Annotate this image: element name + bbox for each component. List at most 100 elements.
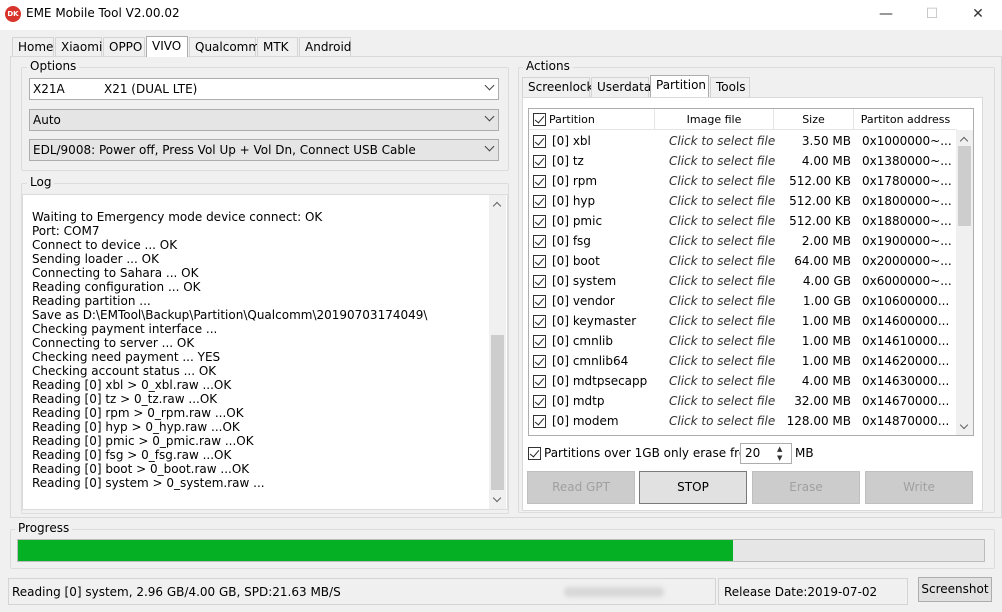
- table-row[interactable]: [0] hyp Click to select file 512.00 KB 0x18…: [529, 191, 957, 211]
- maximize-button[interactable]: ☐: [909, 0, 955, 30]
- tab-qualcomm[interactable]: Qualcomm: [189, 37, 260, 57]
- image-file-cell[interactable]: Click to select file: [669, 311, 779, 331]
- image-file-cell[interactable]: Click to select file: [669, 231, 779, 251]
- release-date-panel: Release Date:2019-07-02: [718, 578, 908, 605]
- table-row[interactable]: [0] keymaster Click to select file 1.00 MB…: [529, 311, 957, 331]
- partition-checkbox[interactable]: [533, 275, 546, 288]
- scroll-up-icon[interactable]: [492, 201, 502, 211]
- header-size[interactable]: Size: [774, 109, 854, 130]
- tab-tools[interactable]: Tools: [710, 77, 750, 97]
- table-row[interactable]: [0] vendor Click to select file 1.00 GB 0x1…: [529, 291, 957, 311]
- partition-checkbox[interactable]: [533, 215, 546, 228]
- table-row[interactable]: [0] system Click to select file 4.00 GB 0x6…: [529, 271, 957, 291]
- tab-userdata[interactable]: Userdata: [591, 77, 651, 97]
- log-line: Reading partition ...: [32, 294, 151, 308]
- partition-checkbox[interactable]: [533, 175, 546, 188]
- partition-checkbox[interactable]: [533, 355, 546, 368]
- size-cell: 2.00 MB: [801, 234, 851, 248]
- spin-up-icon[interactable]: ▲: [777, 445, 782, 453]
- model-select[interactable]: X21A X21 (DUAL LTE): [29, 78, 499, 100]
- tab-vivo[interactable]: VIVO: [146, 36, 188, 57]
- erase-button[interactable]: Erase: [752, 471, 860, 504]
- read-gpt-button[interactable]: Read GPT: [527, 471, 635, 504]
- partition-checkbox[interactable]: [533, 255, 546, 268]
- log-output[interactable]: Waiting to Emergency mode device connect…: [22, 194, 508, 510]
- partition-checkbox[interactable]: [533, 195, 546, 208]
- erase-front-checkbox[interactable]: [528, 447, 541, 460]
- scroll-down-icon[interactable]: [492, 493, 502, 503]
- tab-partition[interactable]: Partition: [650, 75, 709, 97]
- table-row[interactable]: [0] mdtp Click to select file 32.00 MB 0x14…: [529, 391, 957, 411]
- header-image-file[interactable]: Image file: [655, 109, 774, 130]
- partition-checkbox[interactable]: [533, 315, 546, 328]
- partition-checkbox[interactable]: [533, 235, 546, 248]
- table-row[interactable]: [0] cmnlib64 Click to select file 1.00 MB 0…: [529, 351, 957, 371]
- scroll-up-icon[interactable]: [959, 136, 969, 146]
- header-partition[interactable]: Partition: [529, 109, 655, 130]
- table-row[interactable]: [0] cmnlib Click to select file 1.00 MB 0x1…: [529, 331, 957, 351]
- screenshot-button[interactable]: Screenshot: [918, 577, 992, 602]
- table-row[interactable]: [0] pmic Click to select file 512.00 KB 0x1…: [529, 211, 957, 231]
- partition-checkbox[interactable]: [533, 155, 546, 168]
- close-button[interactable]: ✕: [955, 0, 1001, 30]
- log-scrollbar[interactable]: [489, 195, 506, 509]
- tab-oppo[interactable]: OPPO: [103, 37, 145, 57]
- image-file-cell[interactable]: Click to select file: [669, 331, 779, 351]
- actions-label: Actions: [523, 59, 573, 73]
- tab-home[interactable]: Home: [12, 37, 54, 57]
- erase-front-spinner[interactable]: 20 ▲ ▼: [740, 443, 792, 464]
- write-button[interactable]: Write: [865, 471, 973, 504]
- table-row[interactable]: [0] mdtpsecapp Click to select file 4.00 M…: [529, 371, 957, 391]
- table-scrollbar[interactable]: [956, 130, 973, 435]
- release-date: Release Date:2019-07-02: [724, 585, 878, 599]
- address-cell: 0x1000000~...: [862, 134, 952, 148]
- tab-mtk[interactable]: MTK: [257, 37, 298, 57]
- partition-checkbox[interactable]: [533, 395, 546, 408]
- image-file-cell[interactable]: Click to select file: [669, 131, 779, 151]
- address-cell: 0x1880000~...: [862, 214, 952, 228]
- minimize-button[interactable]: —: [863, 0, 909, 30]
- scrollbar-thumb[interactable]: [491, 335, 504, 490]
- table-row[interactable]: [0] fsg Click to select file 2.00 MB 0x1900…: [529, 231, 957, 251]
- image-file-cell[interactable]: Click to select file: [669, 251, 779, 271]
- partition-checkbox[interactable]: [533, 375, 546, 388]
- image-file-cell[interactable]: Click to select file: [669, 371, 779, 391]
- image-file-cell[interactable]: Click to select file: [669, 171, 779, 191]
- image-file-cell[interactable]: Click to select file: [669, 211, 779, 231]
- image-file-cell[interactable]: Click to select file: [669, 391, 779, 411]
- partition-checkbox[interactable]: [533, 415, 546, 428]
- table-row[interactable]: [0] modem Click to select file 128.00 MB 0x…: [529, 411, 957, 431]
- stop-button[interactable]: STOP: [639, 471, 747, 504]
- table-row[interactable]: [0] tz Click to select file 4.00 MB 0x13800…: [529, 151, 957, 171]
- log-line: Connecting to Sahara ... OK: [32, 266, 199, 280]
- log-line: Connecting to server ... OK: [32, 336, 195, 350]
- image-file-cell[interactable]: Click to select file: [669, 411, 779, 431]
- table-row[interactable]: [0] rpm Click to select file 512.00 KB 0x17…: [529, 171, 957, 191]
- scroll-down-icon[interactable]: [959, 420, 969, 430]
- spin-down-icon[interactable]: ▼: [777, 454, 782, 462]
- partition-checkbox[interactable]: [533, 295, 546, 308]
- progress-bar: [17, 539, 985, 562]
- image-file-cell[interactable]: Click to select file: [669, 351, 779, 371]
- size-cell: 512.00 KB: [789, 214, 851, 228]
- image-file-cell[interactable]: Click to select file: [669, 191, 779, 211]
- partition-checkbox[interactable]: [533, 135, 546, 148]
- image-file-cell[interactable]: Click to select file: [669, 291, 779, 311]
- address-cell: 0x2000000~...: [862, 254, 952, 268]
- partition-name: [0] fsg: [552, 234, 591, 248]
- table-row[interactable]: [0] xbl Click to select file 3.50 MB 0x1000…: [529, 131, 957, 151]
- select-all-checkbox[interactable]: [533, 113, 546, 126]
- app-logo-icon: DK: [5, 6, 21, 22]
- mode-select[interactable]: Auto: [29, 109, 499, 131]
- scrollbar-thumb[interactable]: [958, 146, 971, 226]
- image-file-cell[interactable]: Click to select file: [669, 151, 779, 171]
- tab-xiaomi[interactable]: Xiaomi: [55, 37, 102, 57]
- table-row[interactable]: [0] boot Click to select file 64.00 MB 0x20…: [529, 251, 957, 271]
- partition-checkbox[interactable]: [533, 335, 546, 348]
- tab-screenlock[interactable]: Screenlock: [522, 77, 593, 97]
- size-cell: 64.00 MB: [794, 254, 851, 268]
- image-file-cell[interactable]: Click to select file: [669, 271, 779, 291]
- tab-android[interactable]: Android: [299, 37, 351, 57]
- header-address[interactable]: Partiton address: [854, 109, 957, 130]
- connection-select[interactable]: EDL/9008: Power off, Press Vol Up + Vol …: [29, 139, 499, 161]
